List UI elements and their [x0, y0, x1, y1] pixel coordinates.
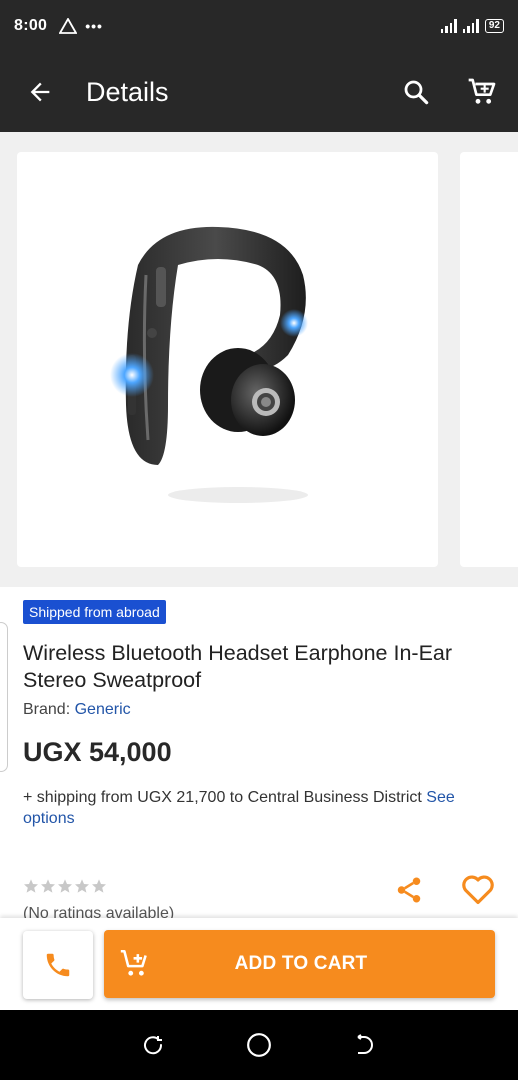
product-image[interactable] [17, 152, 438, 567]
rating-stars [23, 878, 107, 894]
brand-link[interactable]: Generic [75, 701, 131, 718]
back-icon [357, 1034, 373, 1054]
add-to-cart-button[interactable]: ADD TO CART [104, 930, 495, 998]
brand-label: Brand: [23, 701, 75, 718]
page-title: Details [86, 76, 169, 107]
home-button[interactable] [235, 1021, 283, 1069]
warning-icon [59, 18, 78, 34]
back-button[interactable] [16, 68, 64, 116]
image-gallery[interactable] [0, 132, 518, 587]
signal-icon [440, 19, 457, 33]
system-nav-bar [0, 1010, 518, 1080]
call-button[interactable] [23, 931, 93, 999]
bottom-action-bar: ADD TO CART [0, 918, 518, 1010]
app-actions [374, 68, 506, 116]
status-time: 8:00 [14, 17, 48, 34]
star-icon [41, 879, 55, 893]
share-icon [397, 877, 421, 903]
heart-icon [462, 875, 494, 905]
home-icon [247, 1033, 271, 1057]
next-product-image[interactable] [460, 152, 518, 567]
cart-button[interactable] [458, 68, 506, 116]
status-bar: 8:00 ••• 92 [0, 0, 518, 52]
star-icon [58, 879, 72, 893]
search-icon [404, 80, 429, 105]
shipped-from-abroad-badge: Shipped from abroad [23, 600, 166, 624]
back-nav-button[interactable] [341, 1021, 389, 1069]
app-bar: Details [0, 52, 518, 132]
status-indicators: 92 [440, 19, 504, 33]
add-cart-icon [118, 947, 152, 981]
phone-icon [46, 953, 70, 977]
recent-apps-icon [144, 1036, 163, 1055]
favorite-button[interactable] [456, 867, 500, 911]
product-info: Shipped from abroad Wireless Bluetooth H… [0, 587, 518, 922]
battery-icon: 92 [484, 19, 504, 33]
brand-row: Brand: Generic [23, 701, 131, 719]
headset-image [109, 226, 308, 503]
add-to-cart-label: ADD TO CART [234, 953, 368, 974]
side-drawer-handle[interactable] [0, 622, 8, 772]
share-button[interactable] [388, 869, 430, 911]
recent-apps-button[interactable] [129, 1021, 177, 1069]
shipping-text: + shipping from UGX 21,700 to Central Bu… [23, 789, 427, 806]
product-price: UGX 54,000 [23, 737, 172, 767]
star-icon [92, 879, 106, 893]
shipping-info: + shipping from UGX 21,700 to Central Bu… [23, 787, 503, 829]
notification-dots: ••• [85, 18, 103, 34]
product-title: Wireless Bluetooth Headset Earphone In-E… [23, 641, 453, 692]
cart-icon [468, 78, 496, 104]
star-icon [24, 879, 38, 893]
back-arrow-icon [30, 82, 50, 102]
search-button[interactable] [392, 68, 440, 116]
star-icon [75, 879, 89, 893]
signal-icon [462, 19, 479, 33]
